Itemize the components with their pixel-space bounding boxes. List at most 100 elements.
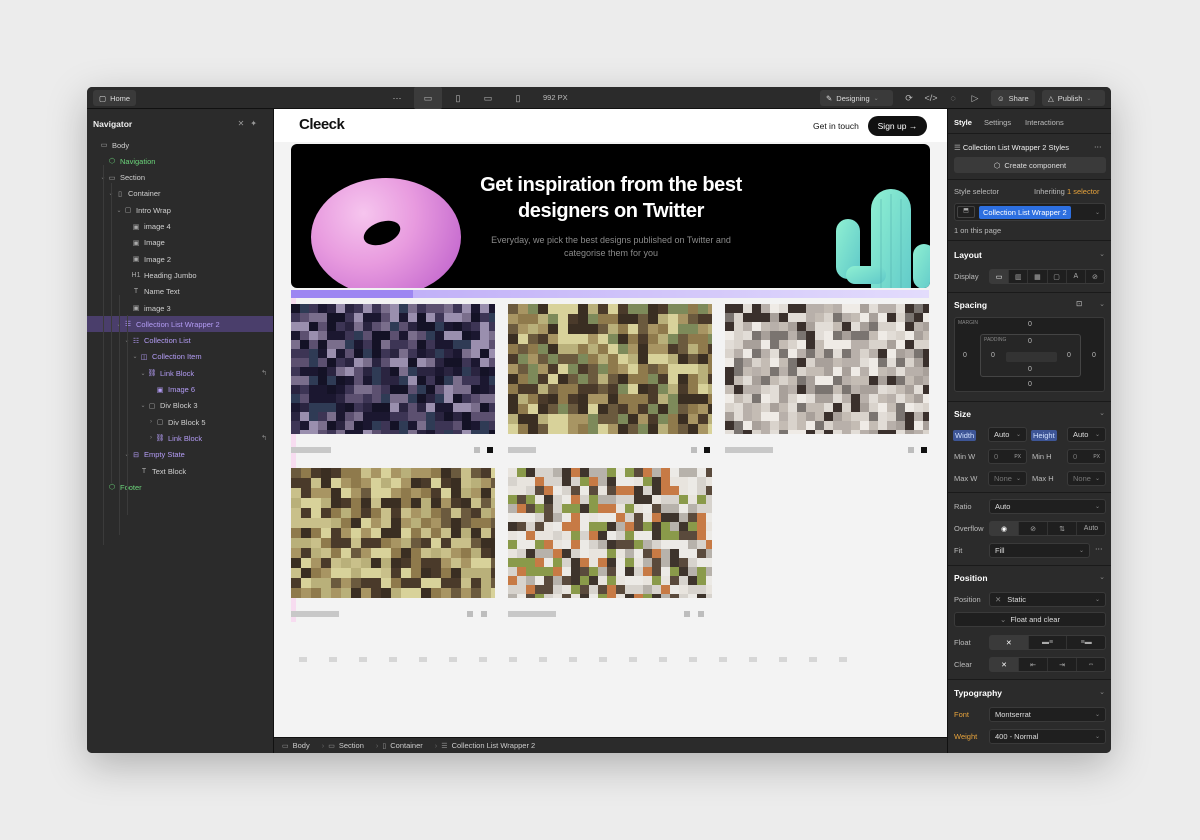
collection-item-image-4[interactable]: [291, 468, 495, 598]
chevron-right-icon[interactable]: ›: [147, 419, 155, 425]
navigator-item[interactable]: ⌄ ▢ Div Block 3: [87, 398, 273, 414]
margin-bottom[interactable]: 0: [1028, 381, 1032, 388]
inheriting-selector-link[interactable]: 1 selector: [1067, 187, 1100, 196]
mode-dropdown[interactable]: ✎ Designing ⌄: [820, 90, 893, 106]
display-inline-block-icon[interactable]: ▢: [1048, 270, 1067, 283]
collection-item-image-2[interactable]: [508, 304, 712, 434]
navigator-item[interactable]: › ▢ Div Block 5: [87, 414, 273, 430]
float-left-icon[interactable]: ▬≡: [1029, 636, 1068, 649]
share-button[interactable]: ☺ Share: [991, 90, 1035, 106]
navigator-item[interactable]: ▣ image 3: [87, 300, 273, 316]
padding-bottom[interactable]: 0: [1028, 366, 1032, 373]
navigator-item[interactable]: ⌄☰Collection List Wrapper 2: [87, 316, 273, 333]
create-component-button[interactable]: ⬡ Create component: [954, 157, 1106, 173]
hero-heading[interactable]: Get inspiration from the best designers …: [441, 172, 781, 224]
chevron-down-icon[interactable]: ⌄: [1099, 688, 1105, 696]
navigator-item[interactable]: › ⛓ Link Block ↰: [87, 430, 273, 446]
overflow-scroll-icon[interactable]: ⇅: [1048, 522, 1077, 535]
state-selector-icon[interactable]: ⬒: [957, 206, 975, 218]
navigator-item[interactable]: ⬡ Footer: [87, 479, 273, 495]
navigator-item[interactable]: ⌄▯Container: [87, 186, 273, 202]
float-and-clear-toggle[interactable]: ⌄ Float and clear: [954, 612, 1106, 627]
clear-segmented-control[interactable]: ✕ ⇤ ⇥ ⇔: [989, 657, 1106, 672]
min-height-input[interactable]: 0 PX: [1067, 449, 1106, 464]
design-canvas[interactable]: Cleeck Get in touch Sign up → Get inspir…: [274, 109, 947, 737]
clear-left-icon[interactable]: ⇤: [1019, 658, 1048, 671]
max-width-input[interactable]: None ⌄: [988, 471, 1027, 486]
preview-play-icon[interactable]: ▷: [967, 90, 983, 106]
hero-subtext[interactable]: Everyday, we pick the best designs publi…: [476, 234, 746, 260]
more-options-icon[interactable]: ⋯: [1095, 544, 1103, 553]
navigator-item[interactable]: ⌄ ⛓ Link Block ↰: [87, 365, 273, 381]
pin-icon[interactable]: ✦: [250, 119, 263, 128]
padding-right[interactable]: 0: [1067, 352, 1071, 359]
navigator-item[interactable]: ▣ Image 6: [87, 382, 273, 398]
navigator-item[interactable]: T Text Block: [87, 463, 273, 479]
navigator-item[interactable]: ▣ Image 2: [87, 251, 273, 267]
display-inline-icon[interactable]: A: [1067, 270, 1086, 283]
tablet-breakpoint-icon[interactable]: ▯: [450, 90, 466, 106]
mobile-portrait-breakpoint-icon[interactable]: ▯: [510, 90, 526, 106]
padding-top[interactable]: 0: [1028, 338, 1032, 345]
navigator-item[interactable]: T Name Text: [87, 284, 273, 300]
position-select[interactable]: ✕ Static ⌄: [989, 592, 1106, 607]
selector-tag[interactable]: Collection List Wrapper 2: [979, 205, 1071, 219]
chevron-down-icon[interactable]: ⌄: [131, 353, 139, 360]
navigator-item[interactable]: ⌄ ◫ Collection Item: [87, 349, 273, 365]
navigator-item[interactable]: ▣ Image: [87, 235, 273, 251]
min-width-input[interactable]: 0 PX: [988, 449, 1027, 464]
overflow-hidden-icon[interactable]: ⊘: [1019, 522, 1048, 535]
style-selector-field[interactable]: ⬒ Collection List Wrapper 2 ⌄: [954, 203, 1106, 221]
clear-both-icon[interactable]: ⇔: [1077, 658, 1105, 671]
hero-intro-wrap[interactable]: Get inspiration from the best designers …: [291, 144, 930, 288]
navigator-item[interactable]: ⌄▭Section: [87, 170, 273, 186]
collection-item-image-3[interactable]: [725, 304, 929, 434]
display-segmented-control[interactable]: ▭ ▥ ▦ ▢ A ⊘: [989, 269, 1105, 284]
chevron-down-icon[interactable]: ⌄: [139, 402, 147, 409]
spacing-box-model[interactable]: MARGIN 0 0 0 0 PADDING 0 0 0 0: [954, 317, 1105, 392]
tab-interactions[interactable]: Interactions: [1025, 118, 1064, 127]
weight-select[interactable]: 400 - Normal ⌄: [989, 729, 1106, 744]
navigator-item[interactable]: ▣ image 4: [87, 219, 273, 235]
chevron-down-icon[interactable]: ⌄: [1099, 300, 1105, 308]
margin-right[interactable]: 0: [1092, 352, 1096, 359]
publish-button[interactable]: △ Publish ⌄: [1042, 90, 1105, 106]
overflow-visible-icon[interactable]: ◉: [990, 522, 1019, 535]
layout-section-title[interactable]: Layout: [954, 250, 982, 260]
width-input[interactable]: Auto ⌄: [988, 427, 1027, 442]
clear-none-icon[interactable]: ✕: [990, 658, 1019, 671]
breadcrumb-container[interactable]: ▯ Container: [382, 741, 430, 750]
display-none-icon[interactable]: ⊘: [1086, 270, 1104, 283]
height-input[interactable]: Auto ⌄: [1067, 427, 1106, 442]
navigator-item[interactable]: ⌄ ▢ Intro Wrap: [87, 202, 273, 218]
float-none-icon[interactable]: ✕: [990, 636, 1029, 649]
font-select[interactable]: Montserrat ⌄: [989, 707, 1106, 722]
display-block-icon[interactable]: ▭: [990, 270, 1010, 283]
max-height-input[interactable]: None ⌄: [1067, 471, 1106, 486]
sign-up-button[interactable]: Sign up →: [868, 116, 927, 136]
collapse-icon[interactable]: ✕: [238, 119, 251, 128]
float-right-icon[interactable]: ≡▬: [1067, 636, 1105, 649]
breadcrumb-body[interactable]: ▭ Body: [282, 741, 318, 750]
get-in-touch-link[interactable]: Get in touch: [813, 121, 859, 131]
overflow-auto-option[interactable]: Auto: [1077, 522, 1105, 535]
breadcrumb-section[interactable]: ▭ Section: [328, 741, 372, 750]
breadcrumb-collection-wrapper[interactable]: ☰ Collection List Wrapper 2: [441, 741, 543, 750]
tab-settings[interactable]: Settings: [984, 118, 1011, 127]
chevron-down-icon[interactable]: ⌄: [115, 207, 123, 214]
fit-select[interactable]: Fill ⌄: [989, 543, 1090, 558]
chevron-down-icon[interactable]: ⌄: [1099, 250, 1105, 258]
collection-item-image-5[interactable]: [508, 468, 712, 598]
display-flex-icon[interactable]: ▥: [1009, 270, 1029, 283]
spacing-section-title[interactable]: Spacing: [954, 300, 987, 310]
tab-style[interactable]: Style: [954, 118, 972, 127]
min-width-unit[interactable]: PX: [1014, 454, 1021, 460]
size-section-title[interactable]: Size: [954, 409, 971, 419]
spacing-mode-icon[interactable]: ⊡: [1076, 299, 1082, 308]
position-section-title[interactable]: Position: [954, 573, 988, 583]
ratio-select[interactable]: Auto ⌄: [989, 499, 1106, 514]
chevron-down-icon[interactable]: ⌄: [1099, 573, 1105, 581]
typography-section-title[interactable]: Typography: [954, 688, 1002, 698]
site-navigation[interactable]: Cleeck Get in touch Sign up →: [274, 109, 947, 142]
navigator-item[interactable]: ⌄☷Collection List: [87, 333, 273, 349]
